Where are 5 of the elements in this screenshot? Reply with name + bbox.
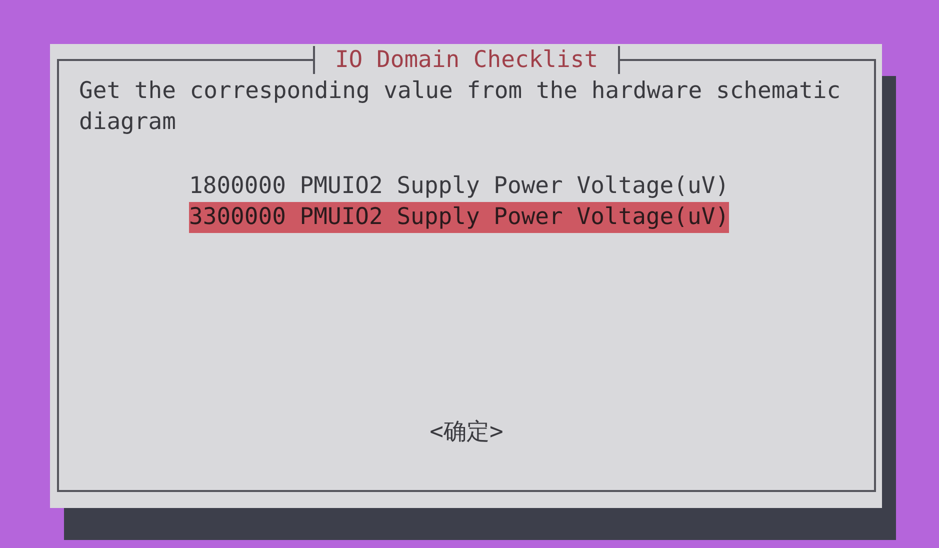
option-item[interactable]: 3300000 PMUIO2 Supply Power Voltage(uV)	[189, 202, 730, 233]
dialog-message: Get the corresponding value from the hardware schematic diagram	[78, 77, 842, 137]
dialog-title: IO Domain Checklist	[312, 46, 620, 74]
ok-button[interactable]: <确定>	[430, 417, 504, 448]
option-item[interactable]: 1800000 PMUIO2 Supply Power Voltage(uV)	[189, 171, 730, 202]
